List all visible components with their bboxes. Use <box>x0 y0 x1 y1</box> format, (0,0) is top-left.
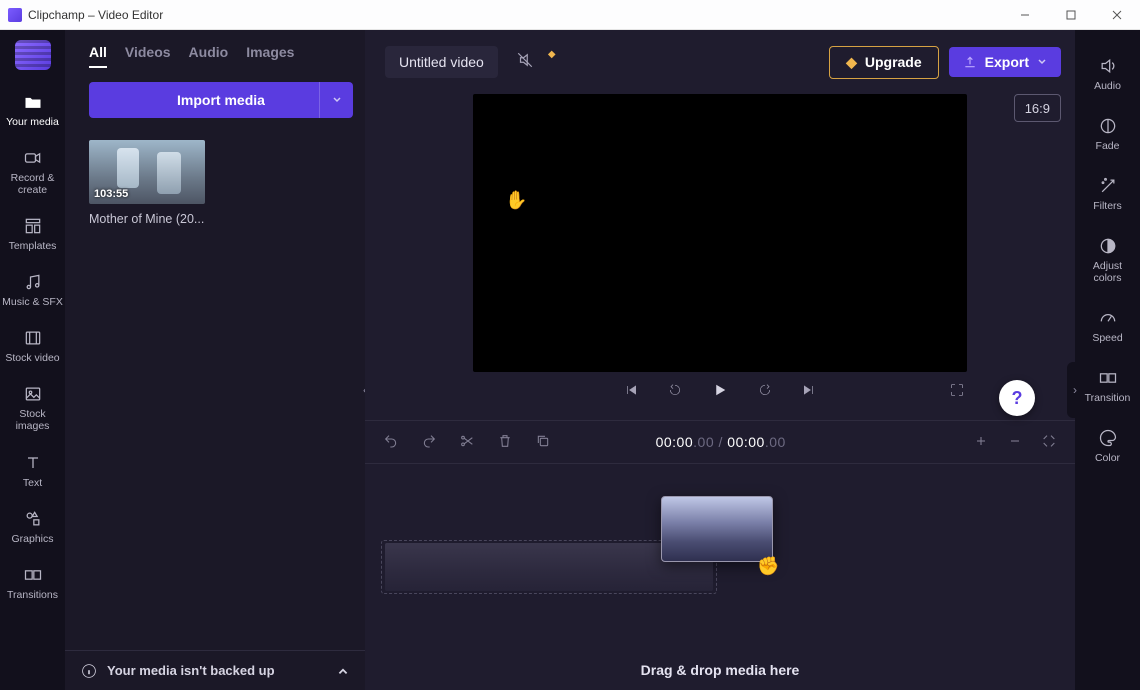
play-button[interactable] <box>711 381 729 404</box>
media-title: Mother of Mine (20... <box>89 212 205 226</box>
cursor-icon: ✋ <box>505 190 527 211</box>
nav-templates[interactable]: Templates <box>0 208 65 262</box>
brand-logo-icon[interactable] <box>15 40 51 70</box>
chevron-down-icon <box>1037 57 1047 67</box>
prop-color[interactable]: Color <box>1075 420 1140 474</box>
timecode-display: 00:00.00 / 00:00.00 <box>656 434 786 451</box>
playback-controls: ? <box>365 372 1075 412</box>
import-media-button[interactable]: Import media <box>89 82 353 118</box>
timeline[interactable]: ✊ Drag & drop media here <box>365 464 1075 690</box>
timeline-drop-hint: Drag & drop media here <box>365 662 1075 678</box>
diamond-icon: ◆ <box>846 54 857 71</box>
media-thumbnail[interactable]: 103:55 <box>89 140 205 204</box>
speaker-icon <box>1098 56 1118 76</box>
window-title: Clipchamp – Video Editor <box>28 8 163 22</box>
music-icon <box>23 272 43 292</box>
fullscreen-button[interactable] <box>949 382 965 403</box>
shapes-icon <box>23 509 43 529</box>
export-button[interactable]: Export <box>949 47 1061 77</box>
prop-fade[interactable]: Fade <box>1075 108 1140 162</box>
zoom-fit-button[interactable] <box>1041 433 1057 452</box>
upgrade-button[interactable]: ◆ Upgrade <box>829 46 939 79</box>
undo-button[interactable] <box>383 433 399 452</box>
chevron-down-icon <box>332 95 342 105</box>
prop-speed[interactable]: Speed <box>1075 300 1140 354</box>
grab-cursor-icon: ✊ <box>757 556 779 577</box>
prop-audio[interactable]: Audio <box>1075 48 1140 102</box>
nav-transitions[interactable]: Transitions <box>0 557 65 611</box>
templates-icon <box>23 216 43 236</box>
window-maximize-button[interactable] <box>1048 0 1094 30</box>
nav-stock-images[interactable]: Stock images <box>0 376 65 442</box>
prop-filters[interactable]: Filters <box>1075 168 1140 222</box>
zoom-out-button[interactable] <box>1007 433 1023 452</box>
skip-start-button[interactable] <box>623 382 639 403</box>
app-logo-icon <box>8 8 22 22</box>
prop-adjust-colors[interactable]: Adjust colors <box>1075 228 1140 294</box>
text-icon <box>23 453 43 473</box>
prop-transition[interactable]: Transition <box>1075 360 1140 414</box>
split-button[interactable] <box>459 433 475 452</box>
premium-indicator-icon: ◆ <box>548 49 556 60</box>
right-properties-rail: Audio Fade Filters Adjust colors Speed T… <box>1075 30 1140 475</box>
film-icon <box>23 328 43 348</box>
window-close-button[interactable] <box>1094 0 1140 30</box>
delete-button[interactable] <box>497 433 513 452</box>
gauge-icon <box>1098 308 1118 328</box>
timeline-toolbar: 00:00.00 / 00:00.00 <box>365 420 1075 464</box>
wand-icon <box>1098 176 1118 196</box>
editor-topbar: Untitled video ◆ ◆ Upgrade Export <box>365 30 1075 94</box>
nav-your-media[interactable]: Your media <box>0 84 65 138</box>
editor-area: Untitled video ◆ ◆ Upgrade Export <box>365 30 1075 690</box>
tab-videos[interactable]: Videos <box>125 44 171 68</box>
tab-audio[interactable]: Audio <box>189 44 229 68</box>
help-button[interactable]: ? <box>999 380 1035 416</box>
right-panel-collapse-handle[interactable]: › <box>1067 362 1083 418</box>
transition-icon <box>1098 368 1118 388</box>
image-icon <box>23 384 43 404</box>
seek-forward-button[interactable] <box>757 382 773 403</box>
nav-stock-video[interactable]: Stock video <box>0 320 65 374</box>
zoom-in-button[interactable] <box>973 433 989 452</box>
skip-end-button[interactable] <box>801 382 817 403</box>
project-title-input[interactable]: Untitled video <box>385 46 498 78</box>
nav-record-create[interactable]: Record & create <box>0 140 65 206</box>
palette-icon <box>1098 428 1118 448</box>
backup-message: Your media isn't backed up <box>107 663 275 678</box>
transition-icon <box>23 565 43 585</box>
media-duration: 103:55 <box>94 188 128 200</box>
media-tabs: All Videos Audio Images <box>89 44 353 68</box>
tab-all[interactable]: All <box>89 44 107 68</box>
media-panel: All Videos Audio Images Import media 103… <box>65 30 365 690</box>
contrast-icon <box>1098 236 1118 256</box>
duplicate-button[interactable] <box>535 433 551 452</box>
tab-images[interactable]: Images <box>246 44 294 68</box>
import-media-dropdown[interactable] <box>319 82 353 118</box>
dragging-clip-thumbnail[interactable] <box>661 496 773 562</box>
nav-text[interactable]: Text <box>0 445 65 499</box>
window-minimize-button[interactable] <box>1002 0 1048 30</box>
redo-button[interactable] <box>421 433 437 452</box>
folder-icon <box>23 92 43 112</box>
camera-icon <box>23 148 43 168</box>
left-nav-rail: Your media Record & create Templates Mus… <box>0 30 65 690</box>
backup-status-bar[interactable]: Your media isn't backed up <box>65 650 365 690</box>
seek-back-button[interactable] <box>667 382 683 403</box>
nav-graphics[interactable]: Graphics <box>0 501 65 555</box>
aspect-ratio-button[interactable]: 16:9 <box>1014 94 1061 122</box>
media-item[interactable]: 103:55 Mother of Mine (20... <box>89 140 205 226</box>
notifications-muted-icon[interactable] <box>516 51 534 74</box>
window-title-bar: Clipchamp – Video Editor <box>0 0 1140 30</box>
upload-icon <box>963 55 977 69</box>
video-preview[interactable]: ✋ <box>473 94 967 372</box>
nav-music-sfx[interactable]: Music & SFX <box>0 264 65 318</box>
chevron-up-icon[interactable] <box>337 665 349 677</box>
info-icon <box>81 663 97 679</box>
fade-icon <box>1098 116 1118 136</box>
